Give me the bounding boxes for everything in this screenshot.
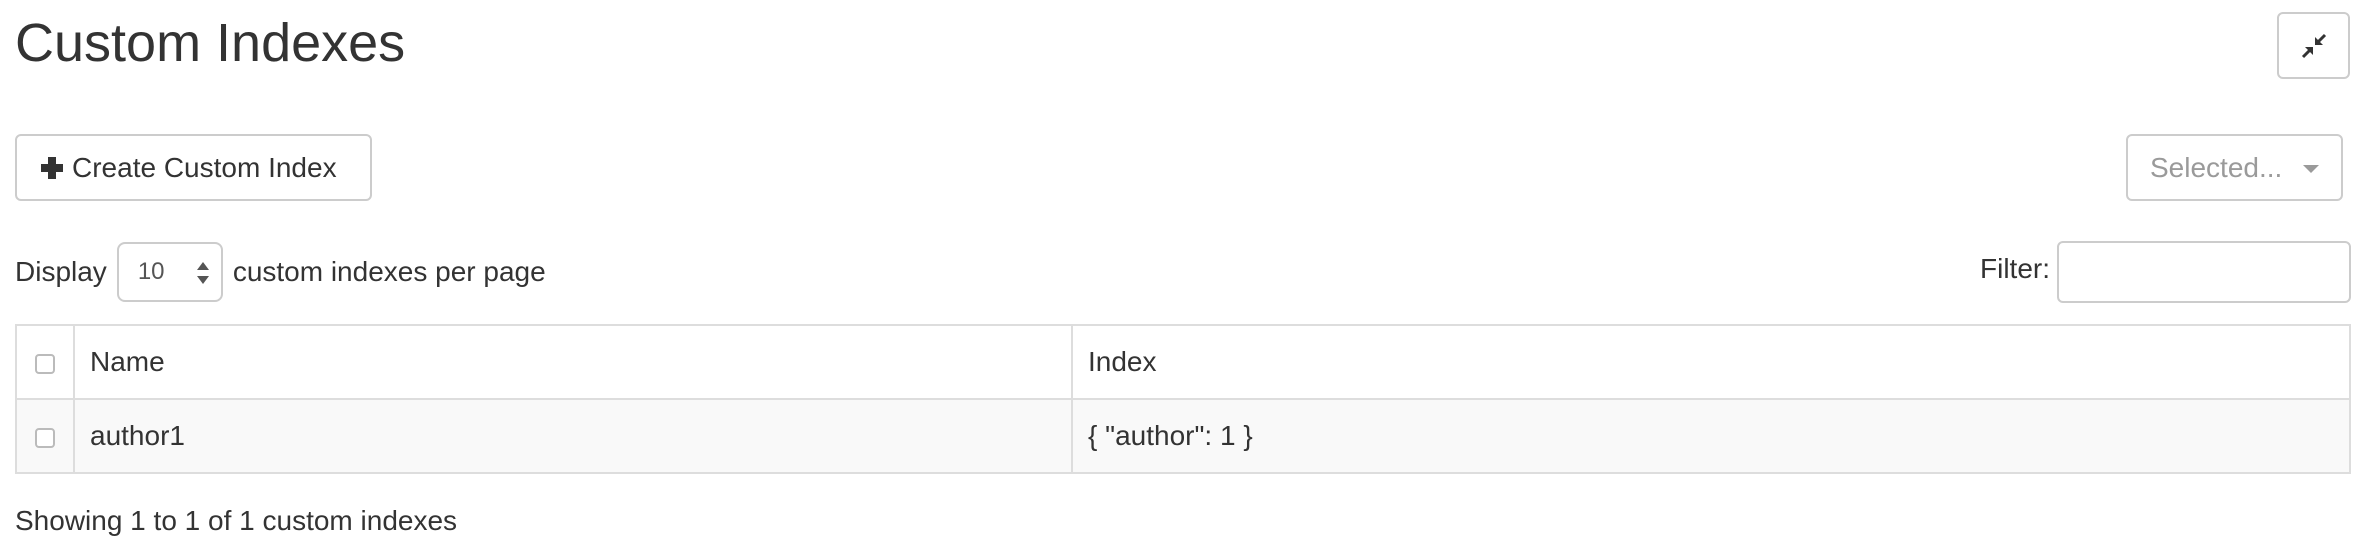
selected-actions-label: Selected...: [2150, 151, 2283, 183]
page-length-prefix: Display: [15, 256, 107, 287]
page-length-control: Display 10 custom indexes per page: [15, 241, 546, 303]
row-checkbox[interactable]: [35, 427, 55, 448]
create-custom-index-label: Create Custom Index: [72, 151, 337, 183]
select-all-checkbox[interactable]: [35, 353, 55, 374]
custom-indexes-table: Name Index author1 { "author": 1 }: [15, 324, 2351, 474]
select-all-cell: [15, 324, 75, 400]
filter-label: Filter:: [1980, 253, 2050, 284]
table-info-text: Showing 1 to 1 of 1 custom indexes: [15, 505, 458, 536]
page-length-suffix: custom indexes per page: [232, 256, 546, 287]
plus-icon: [41, 156, 63, 179]
compress-arrows-icon: [2301, 33, 2326, 58]
caret-down-icon: [2303, 165, 2319, 173]
row-index-cell: { "author": 1 }: [1071, 398, 2351, 474]
collapse-button[interactable]: [2277, 12, 2350, 79]
row-name-cell: author1: [73, 398, 1073, 474]
column-header-index[interactable]: Index: [1071, 324, 2351, 400]
filter-input[interactable]: [2057, 241, 2351, 303]
column-header-name[interactable]: Name: [73, 324, 1073, 400]
table-header-row: Name Index: [15, 324, 2351, 400]
page-length-value: 10: [137, 258, 165, 285]
create-custom-index-button[interactable]: Create Custom Index: [15, 134, 372, 201]
page-title: Custom Indexes: [15, 13, 406, 73]
row-select-cell: [15, 398, 75, 474]
select-arrows-icon: [196, 262, 209, 284]
selected-actions-dropdown[interactable]: Selected...: [2126, 134, 2343, 201]
page-length-select[interactable]: 10: [116, 242, 223, 302]
table-row: author1 { "author": 1 }: [15, 398, 2351, 474]
